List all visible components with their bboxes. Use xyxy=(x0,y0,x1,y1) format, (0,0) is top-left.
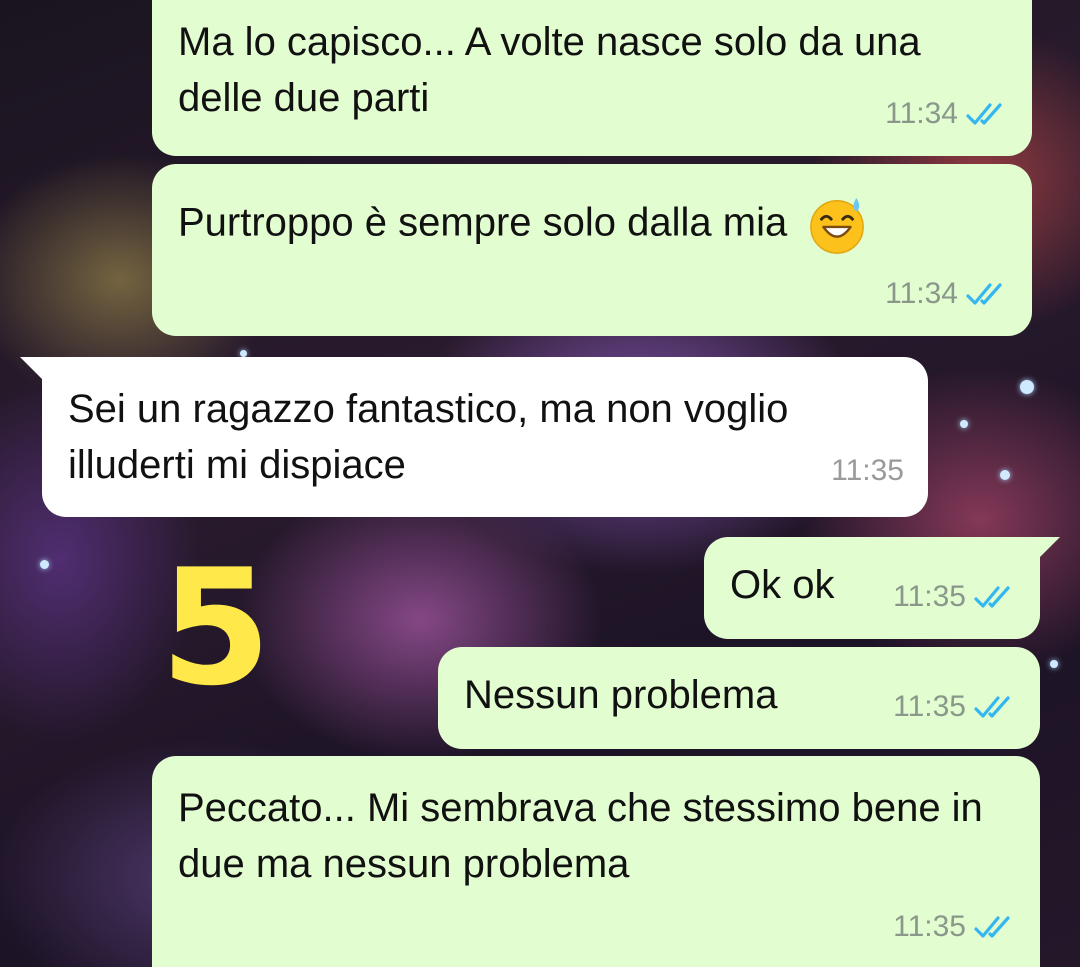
read-receipt-double-check-icon xyxy=(966,103,1002,125)
read-receipt-double-check-icon xyxy=(966,283,1002,305)
message-time: 11:34 xyxy=(885,97,958,130)
message-bubble-outgoing[interactable]: Ok ok 11:35 xyxy=(704,537,1060,639)
message-time: 11:35 xyxy=(831,454,904,487)
message-meta: 11:35 xyxy=(893,569,1016,625)
message-text: Nessun problema xyxy=(464,673,778,717)
message-meta: 11:35 xyxy=(893,899,1016,955)
message-bubble-outgoing[interactable]: Nessun problema 11:35 xyxy=(438,647,1040,749)
read-receipt-double-check-icon xyxy=(974,696,1010,718)
message-bubble-outgoing[interactable]: Ma lo capisco... A volte nasce solo da u… xyxy=(152,0,1032,156)
message-time: 11:35 xyxy=(893,910,966,943)
wallpaper-sparkle xyxy=(1050,660,1058,668)
read-receipt-double-check-icon xyxy=(974,916,1010,938)
message-time: 11:35 xyxy=(893,580,966,613)
wallpaper-sparkle xyxy=(960,420,968,428)
message-text: Purtroppo è sempre solo dalla mia xyxy=(178,200,788,245)
bubble-tail xyxy=(1032,537,1060,565)
message-text: Sei un ragazzo fantastico, ma non voglio… xyxy=(68,387,789,487)
wallpaper-sparkle xyxy=(1020,380,1034,394)
wallpaper-sparkle xyxy=(240,350,247,357)
message-meta: 11:35 xyxy=(831,443,904,499)
message-time: 11:34 xyxy=(885,277,958,310)
message-meta: 11:34 xyxy=(885,86,1008,142)
message-bubble-outgoing[interactable]: Peccato... Mi sembrava che stessimo bene… xyxy=(152,756,1040,967)
message-text: Ok ok xyxy=(730,563,835,607)
message-meta: 11:35 xyxy=(893,679,1016,735)
grinning-face-with-sweat-icon xyxy=(810,197,865,254)
message-time: 11:35 xyxy=(893,690,966,723)
message-bubble-outgoing[interactable]: Purtroppo è sempre solo dalla mia 11:34 xyxy=(152,164,1032,336)
read-receipt-double-check-icon xyxy=(974,586,1010,608)
message-text: Ma lo capisco... A volte nasce solo da u… xyxy=(178,20,921,120)
message-text: Peccato... Mi sembrava che stessimo bene… xyxy=(178,786,983,886)
annotation-number: 5 xyxy=(160,534,272,721)
bubble-tail xyxy=(20,357,48,385)
wallpaper-sparkle xyxy=(40,560,49,569)
wallpaper-sparkle xyxy=(1000,470,1010,480)
message-bubble-incoming[interactable]: Sei un ragazzo fantastico, ma non voglio… xyxy=(20,357,928,517)
message-meta: 11:34 xyxy=(885,266,1008,322)
